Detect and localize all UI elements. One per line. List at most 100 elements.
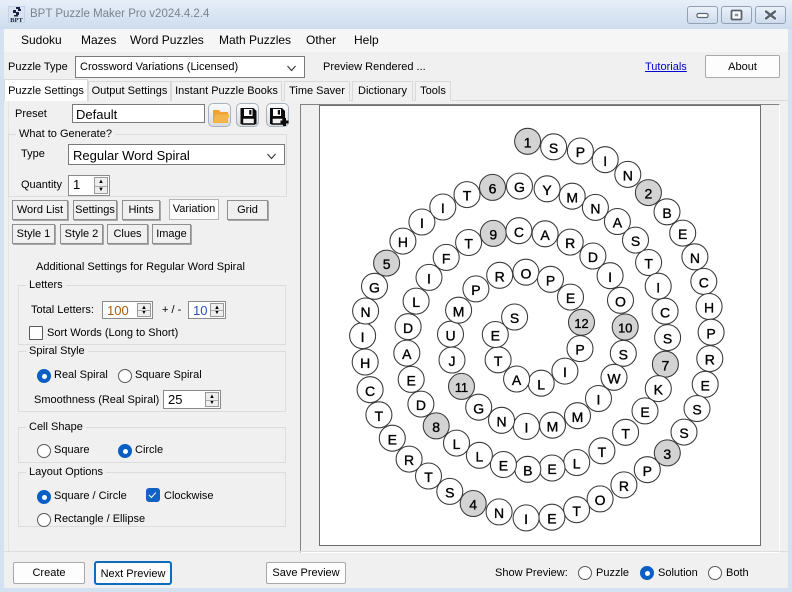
svg-text:G: G [369, 279, 380, 295]
svg-text:I: I [656, 279, 660, 295]
svg-text:E: E [407, 373, 416, 389]
svg-text:O: O [595, 492, 606, 508]
svg-text:R: R [705, 352, 715, 368]
svg-text:T: T [621, 425, 630, 441]
svg-text:I: I [563, 364, 567, 380]
svg-text:I: I [427, 271, 431, 287]
svg-text:T: T [464, 236, 473, 252]
svg-text:T: T [424, 469, 433, 485]
svg-text:Y: Y [542, 182, 552, 198]
svg-text:12: 12 [574, 316, 588, 331]
svg-text:P: P [576, 144, 585, 160]
svg-text:C: C [514, 224, 524, 240]
svg-text:R: R [404, 452, 414, 468]
svg-text:T: T [375, 408, 384, 424]
svg-text:R: R [495, 268, 505, 284]
svg-text:N: N [623, 168, 633, 184]
svg-text:I: I [441, 200, 445, 216]
svg-text:P: P [575, 342, 584, 358]
svg-text:M: M [566, 189, 578, 205]
svg-text:H: H [704, 300, 714, 316]
svg-text:8: 8 [432, 419, 440, 435]
svg-text:J: J [449, 353, 456, 369]
svg-text:I: I [524, 511, 528, 527]
svg-text:A: A [540, 227, 550, 243]
svg-text:G: G [473, 400, 484, 416]
svg-text:E: E [491, 328, 500, 344]
svg-text:U: U [445, 327, 455, 343]
svg-text:S: S [619, 346, 628, 362]
svg-text:S: S [631, 233, 640, 249]
svg-text:D: D [588, 249, 598, 265]
svg-text:I: I [603, 153, 607, 169]
svg-text:I: I [420, 215, 424, 231]
svg-text:P: P [471, 282, 480, 298]
svg-text:R: R [619, 478, 629, 494]
svg-text:I: I [361, 329, 365, 345]
svg-text:M: M [453, 303, 465, 319]
svg-text:A: A [512, 372, 522, 388]
svg-text:O: O [520, 265, 531, 281]
svg-text:C: C [699, 275, 709, 291]
svg-text:E: E [678, 226, 687, 242]
svg-text:D: D [403, 320, 413, 336]
svg-text:R: R [565, 235, 575, 251]
svg-text:I: I [597, 392, 601, 408]
svg-text:C: C [365, 383, 375, 399]
svg-text:A: A [402, 346, 412, 362]
svg-text:L: L [476, 448, 484, 464]
svg-text:4: 4 [469, 497, 477, 513]
svg-text:H: H [360, 355, 370, 371]
svg-text:S: S [549, 140, 558, 156]
svg-text:E: E [547, 461, 556, 477]
svg-text:P: P [643, 463, 652, 479]
svg-text:E: E [499, 458, 508, 474]
svg-text:F: F [442, 251, 451, 267]
svg-text:E: E [640, 404, 649, 420]
svg-text:5: 5 [383, 256, 391, 272]
svg-text:C: C [660, 304, 670, 320]
svg-text:9: 9 [489, 227, 497, 243]
svg-text:L: L [412, 294, 420, 310]
svg-text:K: K [654, 382, 664, 398]
svg-text:N: N [590, 201, 600, 217]
svg-text:E: E [701, 377, 710, 393]
svg-text:L: L [453, 436, 461, 452]
svg-text:H: H [398, 234, 408, 250]
svg-text:L: L [537, 376, 545, 392]
svg-text:1: 1 [524, 134, 532, 150]
svg-text:E: E [566, 290, 575, 306]
svg-text:I: I [524, 420, 528, 436]
svg-text:S: S [679, 425, 688, 441]
svg-text:E: E [388, 431, 397, 447]
svg-text:2: 2 [645, 186, 653, 202]
svg-text:S: S [692, 402, 701, 418]
svg-text:6: 6 [489, 181, 497, 197]
svg-text:M: M [572, 409, 584, 425]
svg-text:W: W [607, 370, 621, 386]
svg-text:N: N [361, 304, 371, 320]
svg-text:N: N [494, 505, 504, 521]
svg-text:3: 3 [663, 446, 671, 462]
svg-text:N: N [690, 250, 700, 266]
svg-text:S: S [663, 331, 672, 347]
svg-text:11: 11 [455, 380, 468, 395]
svg-text:O: O [615, 293, 626, 309]
svg-text:N: N [496, 413, 506, 429]
svg-text:T: T [598, 444, 607, 460]
svg-text:T: T [572, 503, 581, 519]
svg-text:S: S [510, 310, 519, 326]
svg-text:T: T [494, 353, 503, 369]
svg-text:L: L [573, 456, 581, 472]
svg-text:S: S [445, 485, 454, 501]
svg-text:T: T [463, 188, 472, 204]
svg-text:T: T [644, 256, 653, 272]
svg-text:D: D [416, 397, 426, 413]
svg-text:P: P [706, 325, 715, 341]
svg-text:P: P [546, 272, 555, 288]
svg-text:BPT: BPT [10, 17, 23, 23]
svg-text:7: 7 [662, 357, 670, 373]
svg-text:10: 10 [618, 321, 632, 336]
svg-text:A: A [613, 215, 623, 231]
svg-text:E: E [547, 510, 556, 526]
